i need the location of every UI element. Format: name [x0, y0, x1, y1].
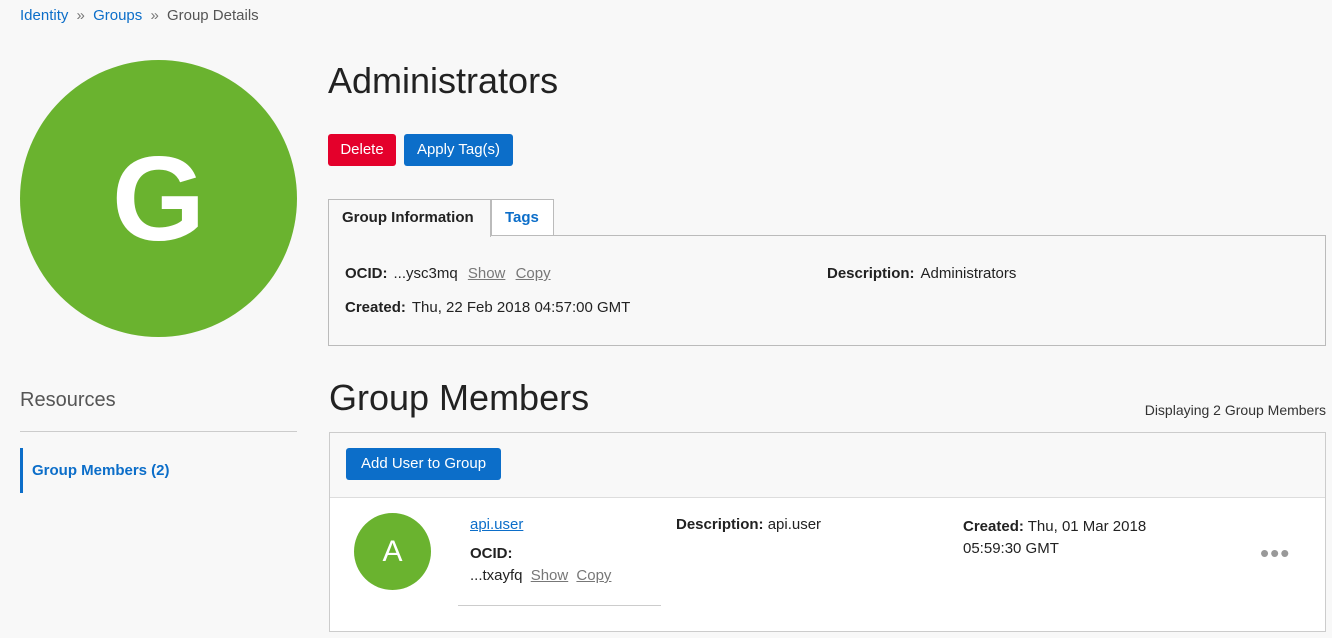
group-members-panel: Add User to Group A api.user OCID: ...tx… — [329, 432, 1326, 632]
group-information-panel: OCID: ...ysc3mq Show Copy Description: Adm… — [328, 235, 1326, 346]
created-value: Thu, 22 Feb 2018 04:57:00 GMT — [411, 299, 631, 316]
more-actions-icon[interactable]: ••• — [1260, 538, 1290, 569]
member-avatar: A — [354, 513, 431, 590]
ocid-label: OCID: — [345, 265, 388, 282]
tab-group-information[interactable]: Group Information — [328, 199, 491, 237]
member-ocid-label: OCID: — [470, 545, 513, 562]
breadcrumb-groups-link[interactable]: Groups — [93, 7, 142, 24]
group-members-title: Group Members — [329, 377, 590, 418]
member-row: A api.user OCID: ...txayfq Show Copy Des… — [330, 498, 1325, 638]
member-created-label: Created: — [963, 518, 1024, 535]
group-avatar-letter: G — [111, 131, 206, 266]
tab-tags[interactable]: Tags — [491, 199, 554, 235]
members-toolbar: Add User to Group — [330, 433, 1325, 498]
ocid-show-link[interactable]: Show — [468, 265, 506, 282]
breadcrumb-current: Group Details — [166, 7, 259, 24]
breadcrumb-separator: » — [76, 7, 85, 24]
member-ocid-show-link[interactable]: Show — [531, 567, 569, 584]
breadcrumb-separator: » — [150, 7, 159, 24]
member-avatar-letter: A — [382, 534, 403, 568]
ocid-field: OCID: ...ysc3mq Show Copy — [345, 265, 551, 282]
description-field: Description: Administrators — [827, 265, 1016, 282]
delete-button[interactable]: Delete — [328, 134, 396, 166]
page-title: Administrators — [328, 60, 559, 101]
apply-tags-button[interactable]: Apply Tag(s) — [404, 134, 513, 166]
member-ocid-value: ...txayfq — [470, 567, 523, 584]
member-ocid-field: ...txayfq Show Copy — [470, 567, 611, 584]
breadcrumb-identity-link[interactable]: Identity — [20, 7, 68, 24]
breadcrumb: Identity » Groups » Group Details — [20, 7, 259, 24]
description-value: Administrators — [920, 265, 1017, 282]
member-created-value-line1: Thu, 01 Mar 2018 — [1027, 518, 1147, 535]
member-description-field: Description: api.user — [676, 516, 821, 533]
member-created-value-line2: 05:59:30 GMT — [963, 540, 1059, 557]
description-label: Description: — [827, 265, 915, 282]
ocid-value: ...ysc3mq — [393, 265, 458, 282]
member-name-link[interactable]: api.user — [470, 516, 523, 533]
created-label: Created: — [345, 299, 406, 316]
resources-divider — [20, 431, 297, 432]
add-user-to-group-button[interactable]: Add User to Group — [346, 448, 501, 480]
resources-title: Resources — [20, 389, 116, 411]
sidebar-item-group-members[interactable]: Group Members (2) — [20, 448, 297, 493]
group-avatar: G — [20, 60, 297, 337]
member-description-label: Description: — [676, 516, 764, 533]
ocid-copy-link[interactable]: Copy — [516, 265, 551, 282]
members-count-text: Displaying 2 Group Members — [1144, 402, 1326, 418]
member-ocid-copy-link[interactable]: Copy — [576, 567, 611, 584]
member-created-field: Created: Thu, 01 Mar 2018 05:59:30 GMT — [963, 516, 1146, 560]
created-field: Created: Thu, 22 Feb 2018 04:57:00 GMT — [345, 299, 630, 316]
member-description-value: api.user — [767, 516, 822, 533]
row-divider — [458, 605, 661, 606]
